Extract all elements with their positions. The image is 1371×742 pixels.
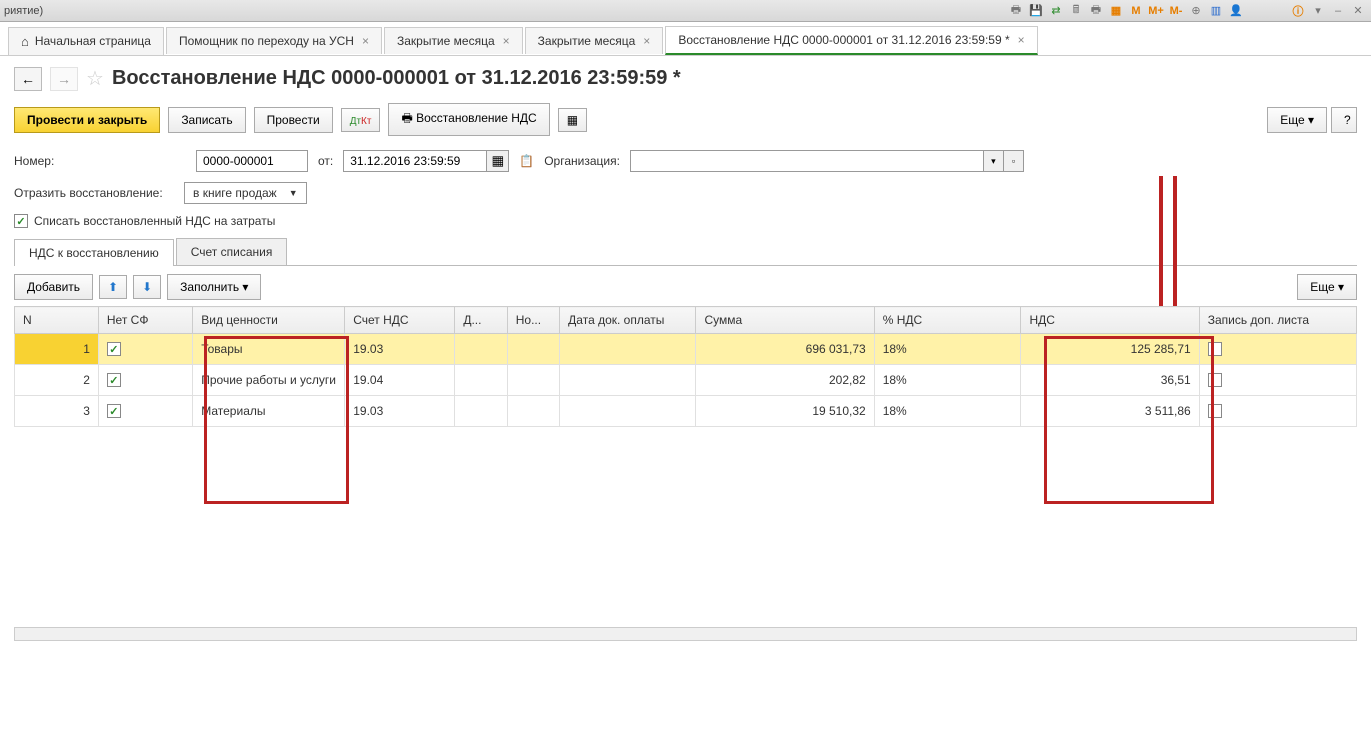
compare-icon[interactable]: ⇄	[1047, 2, 1065, 20]
fill-button[interactable]: Заполнить ▾	[167, 274, 261, 300]
col-d[interactable]: Д...	[455, 307, 507, 334]
home-icon: ⌂	[21, 34, 29, 49]
row-checkbox[interactable]	[107, 404, 121, 418]
table-row[interactable]: 1Товары19.03696 031,7318%125 285,71	[15, 334, 1357, 365]
tab-usn-helper[interactable]: Помощник по переходу на УСН ×	[166, 27, 382, 54]
close-icon[interactable]: ×	[503, 34, 510, 48]
col-type[interactable]: Вид ценности	[193, 307, 345, 334]
dropdown-icon[interactable]: ▾	[1309, 2, 1327, 20]
page-title: Восстановление НДС 0000-000001 от 31.12.…	[112, 67, 681, 90]
table-row[interactable]: 2Прочие работы и услуги19.04202,8218%36,…	[15, 365, 1357, 396]
save-button[interactable]: Записать	[168, 107, 245, 133]
info-icon[interactable]: ⓘ	[1289, 2, 1307, 20]
row-rec-checkbox[interactable]	[1208, 342, 1222, 356]
number-label: Номер:	[14, 154, 64, 168]
inner-tab-account[interactable]: Счет списания	[176, 238, 288, 265]
calendar-icon[interactable]: ▦	[1107, 2, 1125, 20]
print-icon[interactable]: 🖶	[1007, 2, 1025, 20]
favorite-icon[interactable]: ☆	[86, 66, 104, 91]
row-checkbox[interactable]	[107, 342, 121, 356]
row-rec-checkbox[interactable]	[1208, 373, 1222, 387]
panels-icon[interactable]: ▥	[1207, 2, 1225, 20]
move-up-button[interactable]: ⬆	[99, 275, 127, 299]
reflect-label: Отразить восстановление:	[14, 186, 174, 200]
calendar-button[interactable]: ▦	[487, 150, 509, 172]
calculator-icon[interactable]: 🖩	[1067, 2, 1085, 20]
close-icon[interactable]: ×	[362, 34, 369, 48]
tab-month-close-1[interactable]: Закрытие месяца ×	[384, 27, 523, 54]
chevron-down-icon: ▼	[289, 188, 298, 198]
col-nds[interactable]: НДС	[1021, 307, 1199, 334]
home-tab[interactable]: ⌂ Начальная страница	[8, 27, 164, 55]
print-button[interactable]: 🖶 Восстановление НДС	[388, 103, 549, 136]
close-icon[interactable]: ✕	[1349, 2, 1367, 20]
inner-tab-vat[interactable]: НДС к восстановлению	[14, 239, 174, 266]
m-minus-icon[interactable]: M-	[1167, 2, 1185, 20]
user-icon[interactable]: 👤	[1227, 2, 1245, 20]
post-and-close-button[interactable]: Провести и закрыть	[14, 107, 160, 133]
number-input[interactable]	[196, 150, 308, 172]
back-button[interactable]: ←	[14, 67, 42, 91]
more-button[interactable]: Еще ▾	[1267, 107, 1327, 133]
system-toolbar: риятие) 🖶 💾 ⇄ 🖩 🖶 ▦ M M+ M- ⊕ ▥ 👤 ⓘ ▾ – …	[0, 0, 1371, 22]
system-icons: 🖶 💾 ⇄ 🖩 🖶 ▦ M M+ M- ⊕ ▥ 👤 ⓘ ▾ – ✕	[1007, 2, 1367, 20]
print2-icon[interactable]: 🖶	[1087, 2, 1105, 20]
window-title-fragment: риятие)	[4, 5, 43, 17]
tabs-bar: ⌂ Начальная страница Помощник по переход…	[0, 22, 1371, 56]
close-icon[interactable]: ×	[1018, 33, 1025, 47]
debit-credit-button[interactable]: ДтКт	[341, 108, 381, 132]
close-icon[interactable]: ×	[643, 34, 650, 48]
col-date[interactable]: Дата док. оплаты	[560, 307, 696, 334]
zoom-icon[interactable]: ⊕	[1187, 2, 1205, 20]
col-nosf[interactable]: Нет СФ	[98, 307, 192, 334]
reflect-select[interactable]: в книге продаж ▼	[184, 182, 307, 204]
vat-table: N Нет СФ Вид ценности Счет НДС Д... Но..…	[14, 306, 1357, 427]
writeoff-checkbox[interactable]	[14, 214, 28, 228]
save-icon[interactable]: 💾	[1027, 2, 1045, 20]
tab-month-close-2[interactable]: Закрытие месяца ×	[525, 27, 664, 54]
minimize-icon[interactable]: –	[1329, 2, 1347, 20]
m-icon[interactable]: M	[1127, 2, 1145, 20]
table-more-button[interactable]: Еще ▾	[1297, 274, 1357, 300]
org-dropdown-button[interactable]: ▾	[984, 150, 1004, 172]
post-button[interactable]: Провести	[254, 107, 333, 133]
structure-button[interactable]: ▦	[558, 108, 587, 132]
org-label: Организация:	[544, 154, 620, 168]
col-sum[interactable]: Сумма	[696, 307, 874, 334]
date-input[interactable]	[343, 150, 487, 172]
col-rec[interactable]: Запись доп. листа	[1199, 307, 1356, 334]
table-row[interactable]: 3Материалы19.0319 510,3218%3 511,86	[15, 396, 1357, 427]
writeoff-label: Списать восстановленный НДС на затраты	[34, 214, 275, 228]
tab-vat-restore[interactable]: Восстановление НДС 0000-000001 от 31.12.…	[665, 26, 1037, 55]
help-button[interactable]: ?	[1331, 107, 1357, 133]
forward-button[interactable]: →	[50, 67, 78, 91]
org-input[interactable]	[630, 150, 984, 172]
add-button[interactable]: Добавить	[14, 274, 93, 300]
date-label: от:	[318, 154, 333, 168]
clipboard-icon[interactable]: 📋	[519, 154, 534, 168]
m-plus-icon[interactable]: M+	[1147, 2, 1165, 20]
row-rec-checkbox[interactable]	[1208, 404, 1222, 418]
col-pct[interactable]: % НДС	[874, 307, 1021, 334]
row-checkbox[interactable]	[107, 373, 121, 387]
org-open-button[interactable]: ▫	[1004, 150, 1024, 172]
col-n[interactable]: N	[15, 307, 99, 334]
col-acc[interactable]: Счет НДС	[345, 307, 455, 334]
horizontal-scrollbar[interactable]	[14, 627, 1357, 641]
home-tab-label: Начальная страница	[35, 34, 151, 48]
col-no[interactable]: Но...	[507, 307, 559, 334]
move-down-button[interactable]: ⬇	[133, 275, 161, 299]
